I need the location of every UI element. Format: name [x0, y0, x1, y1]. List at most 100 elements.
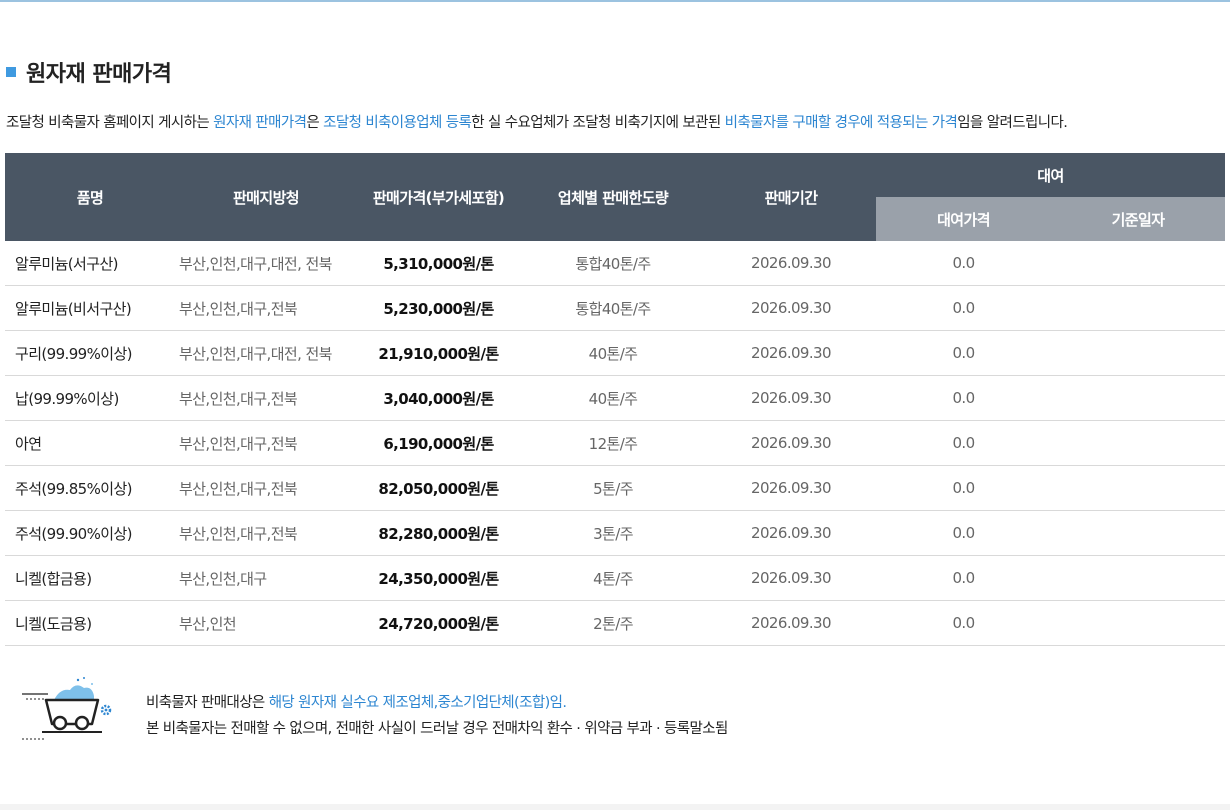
table-row: 니켈(도금용) 부산,인천 24,720,000원/톤 2톤/주 2026.09…: [5, 600, 1225, 646]
cell-limit: 2톤/주: [520, 600, 706, 646]
cell-limit: 통합40톤/주: [520, 285, 706, 331]
cell-item: 니켈(도금용): [5, 600, 175, 646]
description-highlight: 조달청 비축이용업체 등록: [323, 115, 472, 131]
mining-cart-icon: [18, 676, 118, 746]
cell-period: 2026.09.30: [706, 510, 876, 556]
notice-line-2: 본 비축물자는 전매할 수 없으며, 전매한 사실이 드러날 경우 전매차익 환…: [146, 721, 728, 737]
price-table-body: 알루미늄(서구산) 부산,인천,대구,대전, 전북 5,310,000원/톤 통…: [5, 241, 1225, 646]
description-highlight: 비축물자를 구매할 경우에 적용되는 가격: [724, 115, 958, 131]
notice-line-1-highlight: 해당 원자재 실수요 제조업체,중소기업단체(조합)임.: [268, 695, 567, 711]
cell-item: 주석(99.85%이상): [5, 465, 175, 511]
description-highlight: 원자재 판매가격: [213, 115, 307, 131]
cell-period: 2026.09.30: [706, 375, 876, 421]
cell-price: 5,310,000원/톤: [357, 241, 520, 286]
table-row: 주석(99.90%이상) 부산,인천,대구,전북 82,280,000원/톤 3…: [5, 510, 1225, 556]
cell-rental-price: 0.0: [876, 375, 1051, 421]
cell-limit: 3톤/주: [520, 510, 706, 556]
cell-base-date: [1051, 555, 1225, 601]
cell-limit: 40톤/주: [520, 375, 706, 421]
cell-item: 알루미늄(비서구산): [5, 285, 175, 331]
header-limit: 업체별 판매한도량: [520, 153, 706, 241]
page-title: 원자재 판매가격: [6, 56, 172, 88]
cell-limit: 40톤/주: [520, 330, 706, 376]
cell-rental-price: 0.0: [876, 241, 1051, 286]
cell-price: 3,040,000원/톤: [357, 375, 520, 421]
page-description: 조달청 비축물자 홈페이지 게시하는 원자재 판매가격은 조달청 비축이용업체 …: [6, 111, 1068, 132]
bottom-bar: [0, 804, 1230, 810]
cell-price: 82,050,000원/톤: [357, 465, 520, 511]
header-period: 판매기간: [706, 153, 876, 241]
description-text: 조달청 비축물자 홈페이지 게시하는: [6, 115, 214, 131]
cell-rental-price: 0.0: [876, 465, 1051, 511]
cell-price: 24,720,000원/톤: [357, 600, 520, 646]
cell-region: 부산,인천,대구,대전, 전북: [175, 330, 357, 376]
cell-period: 2026.09.30: [706, 420, 876, 466]
cell-item: 구리(99.99%이상): [5, 330, 175, 376]
table-row: 납(99.99%이상) 부산,인천,대구,전북 3,040,000원/톤 40톤…: [5, 375, 1225, 421]
cell-price: 5,230,000원/톤: [357, 285, 520, 331]
cell-base-date: [1051, 241, 1225, 286]
cell-price: 21,910,000원/톤: [357, 330, 520, 376]
cell-rental-price: 0.0: [876, 555, 1051, 601]
cell-rental-price: 0.0: [876, 600, 1051, 646]
description-text: 한 실 수요업체가 조달청 비축기지에 보관된: [471, 115, 725, 131]
notice-text: 비축물자 판매대상은 해당 원자재 실수요 제조업체,중소기업단체(조합)임. …: [146, 690, 728, 742]
table-row: 아연 부산,인천,대구,전북 6,190,000원/톤 12톤/주 2026.0…: [5, 420, 1225, 466]
table-row: 니켈(합금용) 부산,인천,대구 24,350,000원/톤 4톤/주 2026…: [5, 555, 1225, 601]
cell-region: 부산,인천,대구,전북: [175, 375, 357, 421]
cell-region: 부산,인천,대구,대전, 전북: [175, 241, 357, 286]
cell-period: 2026.09.30: [706, 285, 876, 331]
notice-line-1-prefix: 비축물자 판매대상은: [146, 695, 269, 711]
cell-base-date: [1051, 600, 1225, 646]
cell-base-date: [1051, 285, 1225, 331]
cell-base-date: [1051, 330, 1225, 376]
cell-rental-price: 0.0: [876, 510, 1051, 556]
cell-period: 2026.09.30: [706, 241, 876, 286]
cell-limit: 12톤/주: [520, 420, 706, 466]
cell-period: 2026.09.30: [706, 330, 876, 376]
page-title-text: 원자재 판매가격: [26, 62, 172, 87]
table-row: 주석(99.85%이상) 부산,인천,대구,전북 82,050,000원/톤 5…: [5, 465, 1225, 511]
cell-base-date: [1051, 465, 1225, 511]
cell-price: 24,350,000원/톤: [357, 555, 520, 601]
header-item: 품명: [5, 153, 175, 241]
cell-base-date: [1051, 420, 1225, 466]
cell-rental-price: 0.0: [876, 285, 1051, 331]
cell-rental-price: 0.0: [876, 330, 1051, 376]
description-text: 은: [306, 115, 324, 131]
cell-price: 6,190,000원/톤: [357, 420, 520, 466]
cell-item: 납(99.99%이상): [5, 375, 175, 421]
header-rental: 대여: [876, 153, 1225, 197]
cell-rental-price: 0.0: [876, 420, 1051, 466]
cell-region: 부산,인천,대구,전북: [175, 510, 357, 556]
cell-period: 2026.09.30: [706, 465, 876, 511]
cell-base-date: [1051, 375, 1225, 421]
cell-item: 알루미늄(서구산): [5, 241, 175, 286]
cell-region: 부산,인천,대구: [175, 555, 357, 601]
cell-period: 2026.09.30: [706, 555, 876, 601]
cell-item: 아연: [5, 420, 175, 466]
cell-item: 니켈(합금용): [5, 555, 175, 601]
cell-price: 82,280,000원/톤: [357, 510, 520, 556]
cell-region: 부산,인천,대구,전북: [175, 285, 357, 331]
cell-item: 주석(99.90%이상): [5, 510, 175, 556]
notice-line-1: 비축물자 판매대상은 해당 원자재 실수요 제조업체,중소기업단체(조합)임.: [146, 690, 728, 716]
cell-region: 부산,인천,대구,전북: [175, 420, 357, 466]
header-rental-price: 대여가격: [876, 197, 1051, 241]
cell-base-date: [1051, 510, 1225, 556]
cell-period: 2026.09.30: [706, 600, 876, 646]
header-base-date: 기준일자: [1051, 197, 1225, 241]
cell-region: 부산,인천: [175, 600, 357, 646]
top-divider: [0, 0, 1230, 2]
table-row: 알루미늄(비서구산) 부산,인천,대구,전북 5,230,000원/톤 통합40…: [5, 285, 1225, 331]
cell-limit: 5톤/주: [520, 465, 706, 511]
header-region: 판매지방청: [175, 153, 357, 241]
cell-limit: 4톤/주: [520, 555, 706, 601]
table-row: 알루미늄(서구산) 부산,인천,대구,대전, 전북 5,310,000원/톤 통…: [5, 241, 1225, 286]
price-table: 품명 판매지방청 판매가격(부가세포함) 업체별 판매한도량 판매기간 대여 대…: [5, 153, 1225, 646]
title-bullet-icon: [6, 67, 16, 77]
cell-limit: 통합40톤/주: [520, 241, 706, 286]
description-text: 임을 알려드립니다.: [957, 115, 1068, 131]
table-row: 구리(99.99%이상) 부산,인천,대구,대전, 전북 21,910,000원…: [5, 330, 1225, 376]
header-price: 판매가격(부가세포함): [357, 153, 520, 241]
